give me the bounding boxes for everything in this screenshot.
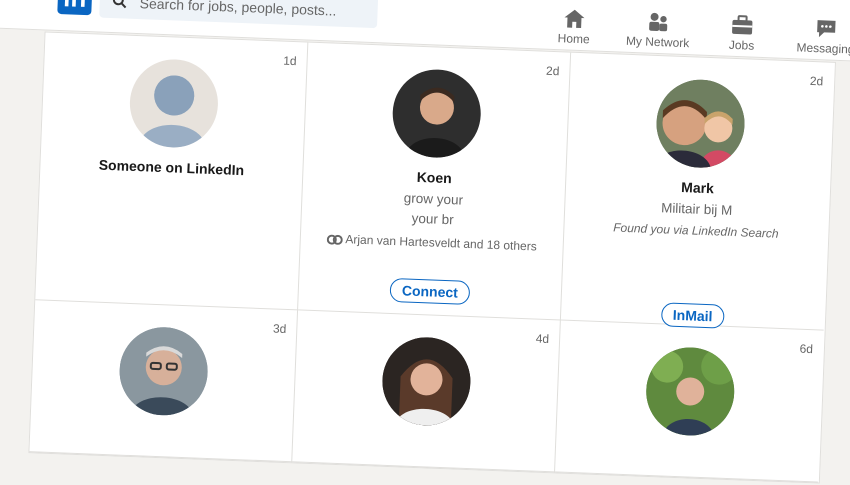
connections-icon bbox=[326, 231, 346, 246]
profile-card[interactable]: 6d bbox=[555, 320, 824, 483]
avatar[interactable] bbox=[391, 67, 483, 160]
profile-card[interactable]: 3d bbox=[29, 300, 299, 463]
mutual-text: Arjan van Hartesveldt and 18 others bbox=[345, 232, 538, 254]
avatar[interactable] bbox=[654, 78, 746, 170]
avatar[interactable] bbox=[380, 335, 473, 428]
profile-name[interactable]: Someone on LinkedIn bbox=[40, 154, 302, 180]
profile-headline: grow your your br bbox=[301, 184, 564, 234]
people-icon bbox=[613, 9, 704, 34]
nav-home-label: Home bbox=[557, 31, 590, 47]
avatar[interactable] bbox=[117, 325, 210, 417]
profile-card[interactable]: 1d Someone on LinkedIn bbox=[35, 32, 309, 311]
search-icon bbox=[111, 0, 128, 15]
page: in Search for jobs, people, posts... Hom… bbox=[0, 0, 850, 484]
nav-my-network[interactable]: My Network bbox=[612, 9, 703, 50]
nav-messaging-label: Messaging bbox=[796, 40, 850, 57]
profile-card[interactable]: 2d Koen grow your your br Arjan van Hart… bbox=[298, 42, 572, 321]
timestamp: 3d bbox=[272, 321, 287, 336]
mutual-connections[interactable]: Arjan van Hartesveldt and 18 others bbox=[301, 230, 563, 254]
nav-jobs-label: Jobs bbox=[728, 37, 755, 53]
timestamp: 2d bbox=[545, 63, 560, 79]
people-grid: 1d Someone on LinkedIn 2d Koen grow your… bbox=[28, 31, 836, 484]
nav-jobs[interactable]: Jobs bbox=[696, 13, 787, 54]
timestamp: 1d bbox=[283, 53, 297, 69]
home-icon bbox=[529, 6, 620, 31]
avatar[interactable] bbox=[644, 345, 736, 438]
profile-card[interactable]: 2d Mark Militair bij M Found you via Lin… bbox=[560, 52, 834, 331]
profile-card[interactable]: 4d bbox=[292, 310, 561, 473]
connect-button[interactable]: Connect bbox=[389, 277, 471, 305]
timestamp: 2d bbox=[809, 73, 824, 89]
linkedin-logo[interactable]: in bbox=[57, 0, 93, 16]
nav-messaging[interactable]: Messaging bbox=[780, 16, 850, 57]
timestamp: 6d bbox=[799, 341, 814, 357]
timestamp: 4d bbox=[535, 331, 550, 347]
search-input[interactable]: Search for jobs, people, posts... bbox=[99, 0, 379, 29]
avatar[interactable] bbox=[128, 57, 220, 150]
briefcase-icon bbox=[697, 13, 788, 38]
chat-icon bbox=[781, 16, 850, 41]
nav-home[interactable]: Home bbox=[528, 6, 619, 47]
nav-my-network-label: My Network bbox=[625, 33, 690, 51]
search-placeholder: Search for jobs, people, posts... bbox=[139, 0, 337, 19]
